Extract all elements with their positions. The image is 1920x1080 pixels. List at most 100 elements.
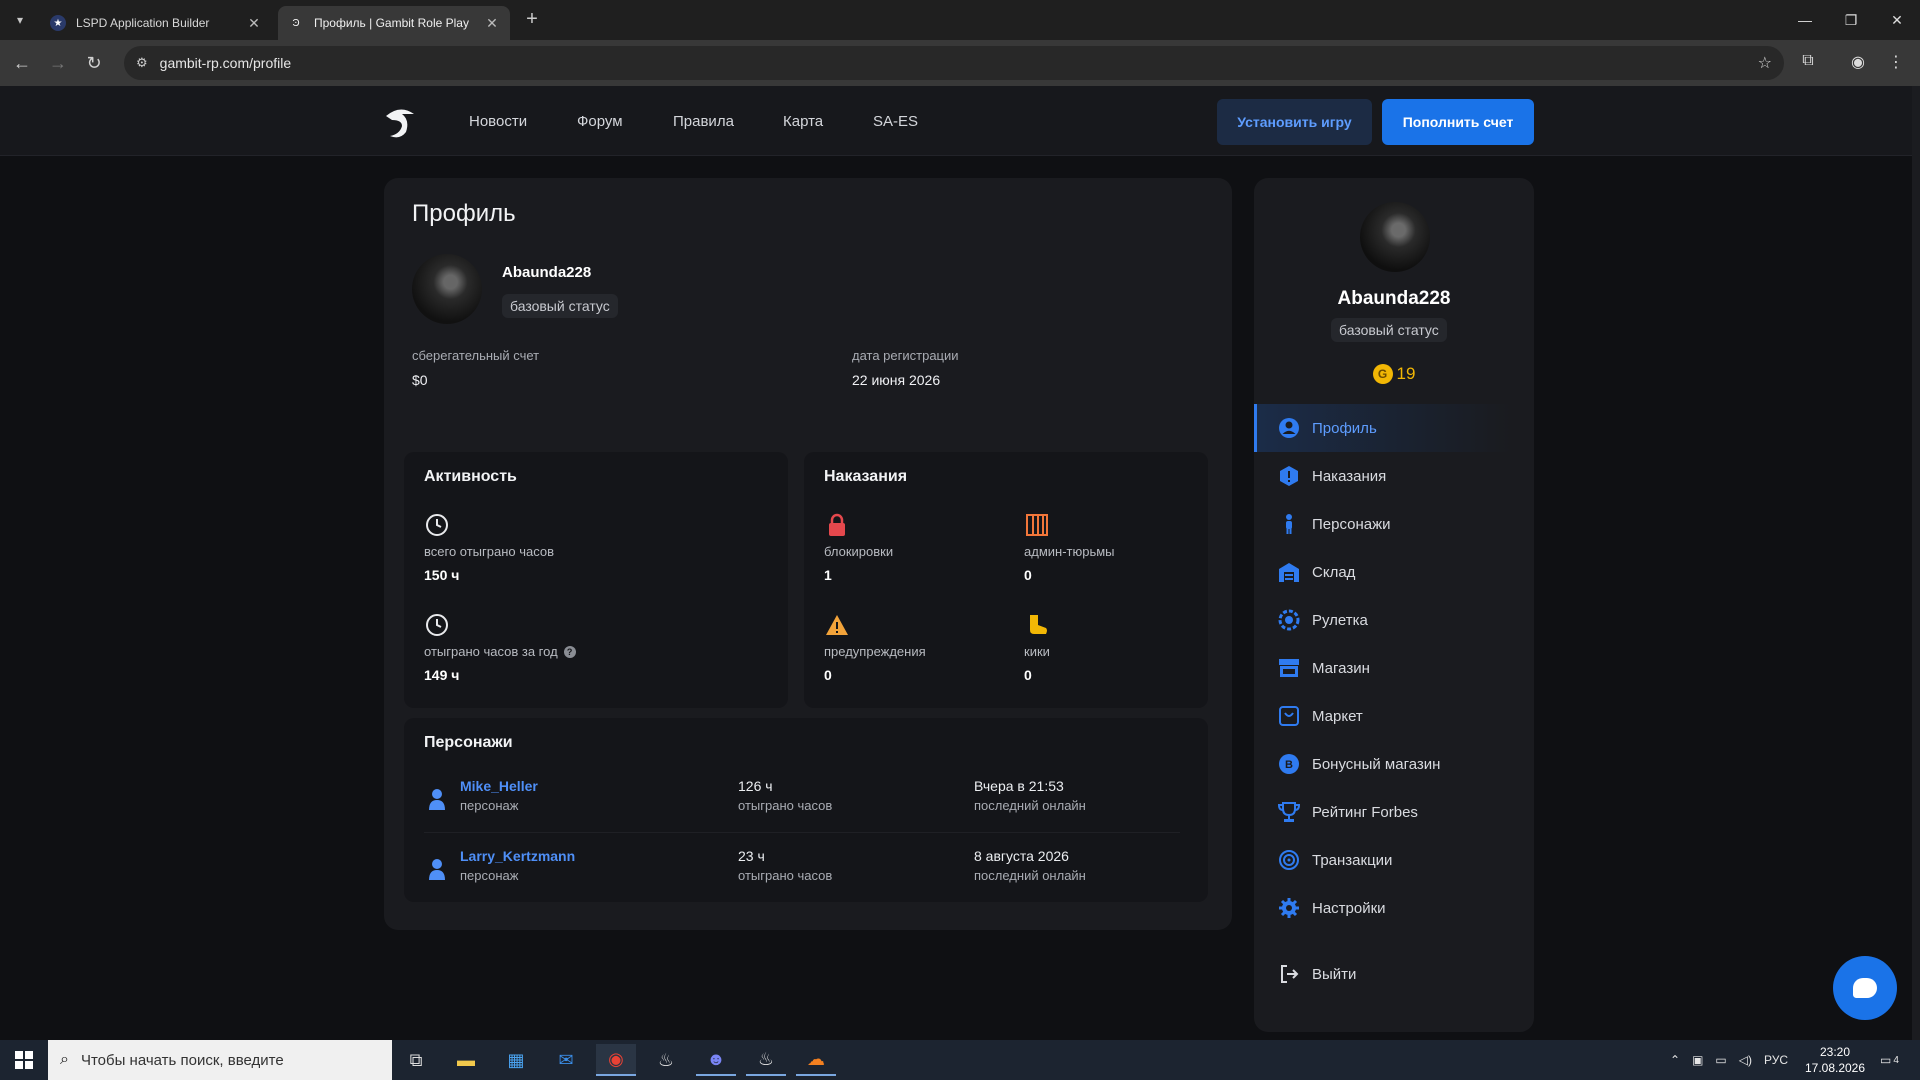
tab-search-icon[interactable]: ▾ — [8, 8, 32, 32]
page-scrollbar[interactable] — [1912, 86, 1920, 1040]
logout-icon — [1278, 963, 1300, 985]
close-icon[interactable]: ✕ — [484, 15, 500, 32]
gambit-favicon-icon: Ͽ — [292, 17, 300, 29]
close-icon[interactable]: ✕ — [246, 15, 262, 32]
account-icon[interactable]: ◉ — [1846, 52, 1870, 72]
jail-stat: админ-тюрьмы 0 — [1024, 512, 1115, 583]
activity-card: Активность всего отыграно часов 150 ч от… — [404, 452, 788, 708]
back-icon[interactable]: ← — [10, 51, 34, 75]
network-icon[interactable]: ▭ — [1715, 1053, 1726, 1067]
site-header: Новости Форум Правила Карта SA-ES Устано… — [0, 86, 1920, 156]
characters-card: Персонажи Mike_Heller персонаж 126 ч оты… — [404, 718, 1208, 902]
kicks-label: кики — [1024, 644, 1050, 659]
character-role: персонаж — [460, 798, 519, 813]
cloudflare-icon[interactable]: ☁ — [796, 1044, 836, 1076]
sidebar-item-label: Магазин — [1312, 659, 1370, 677]
gear-icon — [1278, 897, 1300, 919]
user-circle-icon — [1278, 417, 1300, 439]
sidebar-item-bonus-shop[interactable]: B Бонусный магазин — [1254, 740, 1510, 788]
menu-kebab-icon[interactable]: ⋮ — [1884, 52, 1908, 72]
sidebar-item-market[interactable]: Маркет — [1254, 692, 1510, 740]
language-indicator[interactable]: РУС — [1764, 1053, 1788, 1067]
nav-forum[interactable]: Форум — [577, 113, 623, 130]
nav-rules[interactable]: Правила — [673, 113, 734, 130]
nav-news[interactable]: Новости — [469, 113, 527, 130]
avatar — [1360, 202, 1430, 272]
minimize-icon[interactable]: — — [1782, 0, 1828, 40]
install-game-button[interactable]: Установить игру — [1217, 99, 1372, 145]
jail-label: админ-тюрьмы — [1024, 544, 1115, 559]
transactions-icon — [1278, 849, 1300, 871]
registration-value: 22 июня 2026 — [852, 372, 941, 388]
jail-value: 0 — [1024, 567, 1032, 583]
list-item[interactable]: Larry_Kertzmann персонаж 23 ч отыграно ч… — [424, 840, 1180, 904]
username: Abaunda228 — [502, 264, 592, 281]
store-icon[interactable]: ▦ — [496, 1044, 536, 1076]
list-item[interactable]: Mike_Heller персонаж 126 ч отыграно часо… — [424, 770, 1180, 834]
windows-start-icon[interactable] — [0, 1040, 48, 1080]
taskbar-search-input[interactable]: ⌕ Чтобы начать поиск, введите — [48, 1040, 392, 1080]
trophy-icon — [1278, 801, 1300, 823]
character-role: персонаж — [460, 868, 519, 883]
outlook-icon[interactable]: ✉ — [546, 1044, 586, 1076]
forward-icon[interactable]: → — [46, 51, 70, 75]
kicks-stat: кики 0 — [1024, 612, 1050, 683]
bookmark-star-icon[interactable]: ☆ — [1758, 53, 1772, 73]
reload-icon[interactable]: ↻ — [82, 51, 106, 75]
year-hours-label-row: отыграно часов за год? — [424, 644, 576, 659]
bans-label: блокировки — [824, 544, 894, 559]
sidebar-item-settings[interactable]: Настройки — [1254, 884, 1510, 932]
sidebar-item-transactions[interactable]: Транзакции — [1254, 836, 1510, 884]
nav-map[interactable]: Карта — [783, 113, 823, 130]
character-name-link[interactable]: Larry_Kertzmann — [460, 848, 575, 864]
punishments-card: Наказания блокировки 1 админ-тюрьмы 0 пр… — [804, 452, 1208, 708]
sidebar-item-warehouse[interactable]: Склад — [1254, 548, 1510, 596]
top-up-button[interactable]: Пополнить счет — [1382, 99, 1534, 145]
chrome-icon[interactable]: ◉ — [596, 1044, 636, 1076]
character-last-online-label: последний онлайн — [974, 798, 1086, 813]
sidebar-item-shop[interactable]: Магазин — [1254, 644, 1510, 692]
sidebar-username: Abaunda228 — [1337, 288, 1451, 309]
extensions-icon[interactable]: ⧉ — [1796, 52, 1820, 70]
sidebar-item-forbes[interactable]: Рейтинг Forbes — [1254, 788, 1510, 836]
tab-gambit[interactable]: Ͽ Профиль | Gambit Role Play ✕ — [278, 6, 510, 40]
sidebar-item-characters[interactable]: Персонажи — [1254, 500, 1510, 548]
steam-alt-icon[interactable]: ♨ — [746, 1044, 786, 1076]
character-hours-label: отыграно часов — [738, 798, 833, 813]
task-view-icon[interactable]: ⧉ — [396, 1044, 436, 1076]
tray-expand-icon[interactable]: ⌃ — [1670, 1053, 1680, 1067]
window-close-icon[interactable]: ✕ — [1874, 0, 1920, 40]
file-explorer-icon[interactable]: ▬ — [446, 1044, 486, 1076]
character-hours-label: отыграно часов — [738, 868, 833, 883]
svg-text:B: B — [1285, 759, 1293, 771]
bonus-icon: B — [1278, 753, 1300, 775]
character-last-online: Вчера в 21:53 — [974, 778, 1064, 794]
url-field[interactable]: ⚙ gambit-rp.com/profile ☆ — [124, 46, 1784, 80]
new-tab-icon[interactable]: + — [520, 8, 544, 32]
sidebar-item-punishments[interactable]: Наказания — [1254, 452, 1510, 500]
volume-icon[interactable]: ◁) — [1739, 1053, 1752, 1067]
webcam-icon[interactable]: ▣ — [1692, 1053, 1703, 1067]
sidebar-item-profile[interactable]: Профиль — [1254, 404, 1510, 452]
chat-support-button[interactable] — [1833, 956, 1897, 1020]
sidebar-item-roulette[interactable]: Рулетка — [1254, 596, 1510, 644]
character-name-link[interactable]: Mike_Heller — [460, 778, 538, 794]
notifications-button[interactable]: ▭ 4 — [1880, 1040, 1899, 1080]
site-info-icon[interactable]: ⚙ — [136, 55, 148, 71]
activity-title: Активность — [424, 468, 517, 485]
taskbar: ⌕ Чтобы начать поиск, введите ⧉ ▬ ▦ ✉ ◉ … — [0, 1040, 1920, 1080]
help-icon[interactable]: ? — [563, 645, 576, 658]
alert-icon — [1278, 465, 1300, 487]
logout-button[interactable]: Выйти — [1254, 950, 1510, 998]
gambit-logo-icon[interactable] — [380, 102, 420, 142]
restore-icon[interactable]: ❐ — [1828, 0, 1874, 40]
clock[interactable]: 23:20 17.08.2026 — [1800, 1044, 1870, 1076]
sidebar-item-label: Рейтинг Forbes — [1312, 803, 1418, 821]
discord-icon[interactable]: ☻ — [696, 1044, 736, 1076]
nav-sa-es[interactable]: SA-ES — [873, 113, 918, 130]
steam-icon[interactable]: ♨ — [646, 1044, 686, 1076]
profile-card: Профиль Abaunda228 базовый статус сберег… — [384, 178, 1232, 930]
character-last-online-label: последний онлайн — [974, 868, 1086, 883]
tab-lspd[interactable]: ★ LSPD Application Builder ✕ — [40, 6, 272, 40]
lock-icon — [829, 513, 845, 536]
